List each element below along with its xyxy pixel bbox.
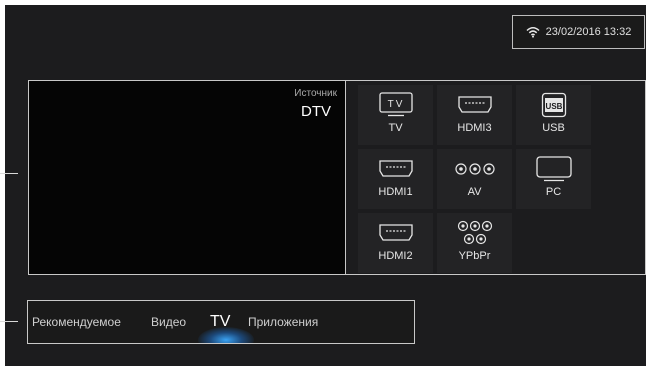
usb-icon: USB (541, 91, 567, 119)
source-tile-usb[interactable]: USB USB (516, 85, 591, 145)
hdmi-icon (378, 219, 414, 247)
hdmi-icon (457, 91, 493, 119)
source-label: Источник (294, 88, 337, 99)
home-nav-bar: Рекомендуемое Видео TV Приложения (27, 300, 415, 344)
source-tile-tv[interactable]: TV TV (358, 85, 433, 145)
source-tile-hdmi2[interactable]: HDMI2 (358, 213, 433, 273)
source-tile-pc[interactable]: PC (516, 149, 591, 209)
ypbpr-icon (453, 219, 497, 247)
hdmi-icon (378, 155, 414, 183)
source-preview[interactable]: Источник DTV (28, 80, 346, 275)
source-tile-hdmi3[interactable]: HDMI3 (437, 85, 512, 145)
tv-icon-text: TV (387, 99, 404, 110)
source-tile-ypbpr[interactable]: YPbPr (437, 213, 512, 273)
divider-tick (0, 173, 18, 174)
source-tile-label: TV (388, 122, 403, 134)
nav-item-recommended[interactable]: Рекомендуемое (32, 301, 121, 343)
status-box: 23/02/2016 13:32 (512, 15, 645, 49)
source-tile-label: HDMI2 (378, 250, 413, 262)
tv-screen: 23/02/2016 13:32 Источник DTV TV TV HDMI… (5, 5, 646, 366)
source-tile-av[interactable]: AV (437, 149, 512, 209)
source-value: DTV (301, 103, 331, 120)
source-tile-label: PC (545, 186, 562, 198)
nav-item-video[interactable]: Видео (151, 301, 186, 343)
wifi-icon (526, 26, 540, 38)
datetime-text: 23/02/2016 13:32 (545, 26, 632, 38)
input-source-panel: TV TV HDMI3 USB USB HDMI1 AV PC HDMI2 YP… (346, 80, 646, 275)
nav-item-tv[interactable]: TV (210, 301, 230, 343)
usb-icon-text: USB (545, 102, 562, 111)
tv-icon: TV (378, 91, 414, 119)
av-icon (453, 155, 497, 183)
source-tile-label: AV (467, 186, 482, 198)
pc-icon (534, 155, 574, 183)
source-tile-label: HDMI3 (457, 122, 492, 134)
source-tile-label: USB (542, 122, 565, 134)
divider-tick (0, 321, 18, 322)
nav-item-apps[interactable]: Приложения (248, 301, 318, 343)
source-tile-label: HDMI1 (378, 186, 413, 198)
source-tile-hdmi1[interactable]: HDMI1 (358, 149, 433, 209)
source-tile-label: YPbPr (458, 250, 491, 262)
